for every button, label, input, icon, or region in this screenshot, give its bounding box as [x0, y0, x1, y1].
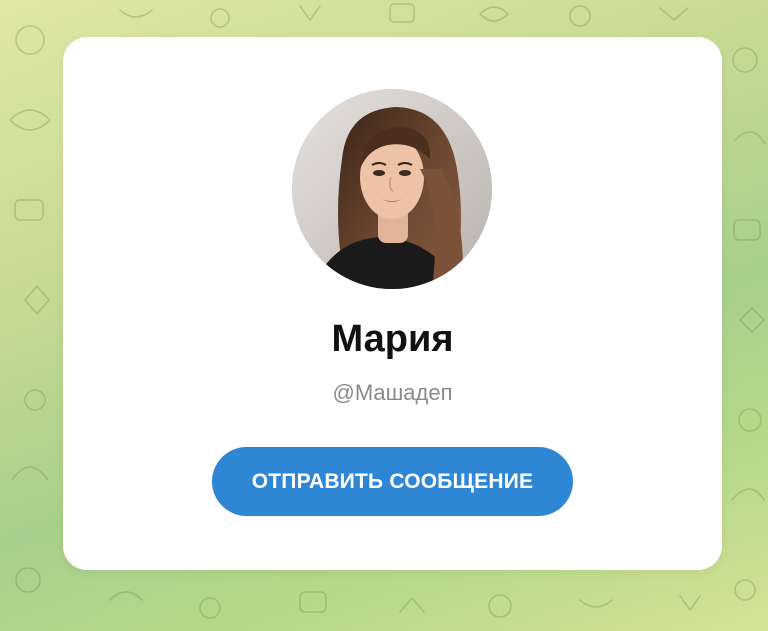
- profile-card: Мария @Машадеп ОТПРАВИТЬ СООБЩЕНИЕ: [63, 37, 722, 570]
- avatar[interactable]: [292, 89, 492, 289]
- profile-username[interactable]: @Машадеп: [63, 380, 722, 406]
- profile-name: Мария: [331, 318, 454, 360]
- send-message-button[interactable]: ОТПРАВИТЬ СООБЩЕНИЕ: [212, 447, 573, 516]
- profile-photo: [292, 89, 492, 289]
